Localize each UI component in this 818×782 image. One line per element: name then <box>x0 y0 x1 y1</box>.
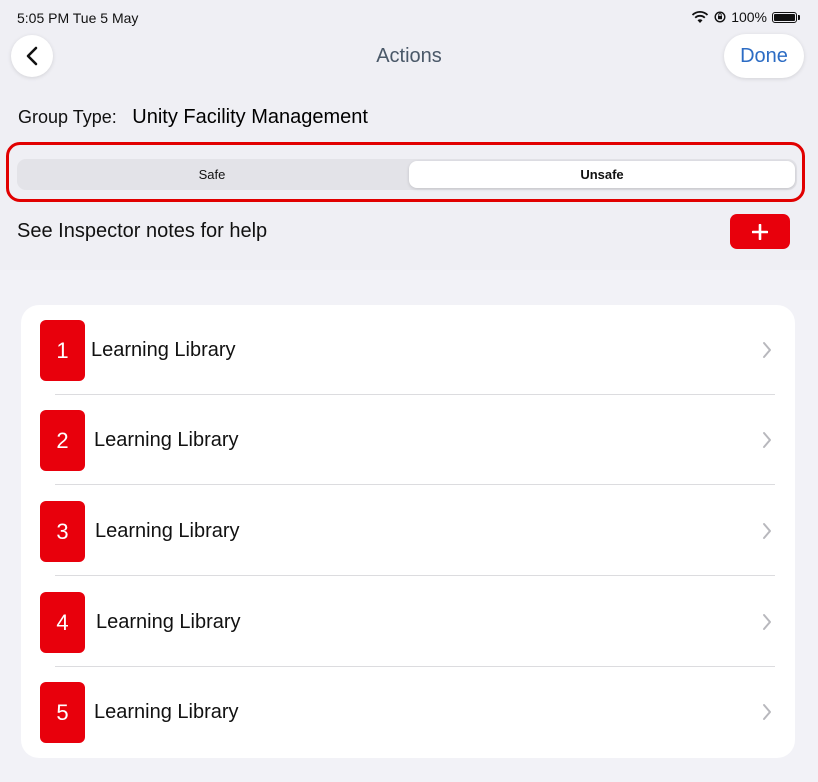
chevron-right-icon <box>763 704 771 720</box>
segment-unsafe[interactable]: Unsafe <box>409 161 795 188</box>
list-item[interactable]: 3 Learning Library <box>21 486 795 576</box>
wifi-icon <box>692 11 709 23</box>
done-button[interactable]: Done <box>724 34 804 78</box>
chevron-right-icon <box>763 614 771 630</box>
group-type: Group Type: Unity Facility Management <box>18 106 368 129</box>
safety-segmented-control[interactable]: Safe Unsafe <box>17 159 797 190</box>
status-bar: 5:05 PM Tue 5 May 100% <box>0 0 818 30</box>
row-divider <box>55 575 775 576</box>
plus-icon <box>752 223 768 240</box>
chevron-right-icon <box>763 342 771 358</box>
item-number-badge: 3 <box>40 501 85 562</box>
item-number-badge: 2 <box>40 410 85 471</box>
item-label: Learning Library <box>95 520 240 542</box>
list-item[interactable]: 2 Learning Library <box>21 395 795 485</box>
help-text: See Inspector notes for help <box>17 220 268 242</box>
list-item[interactable]: 5 Learning Library <box>21 667 795 757</box>
battery-tip <box>798 14 800 20</box>
item-label: Learning Library <box>94 429 239 451</box>
battery-percent: 100% <box>731 9 767 25</box>
group-type-value: Unity Facility Management <box>132 106 368 128</box>
orientation-lock-icon <box>714 11 726 23</box>
item-label: Learning Library <box>91 339 236 361</box>
chevron-right-icon <box>763 432 771 448</box>
page-title: Actions <box>376 45 442 67</box>
item-number-badge: 1 <box>40 320 85 381</box>
item-label: Learning Library <box>94 701 239 723</box>
status-indicators: 100% <box>691 9 800 25</box>
group-type-label: Group Type: <box>18 107 117 127</box>
add-button[interactable] <box>730 214 790 249</box>
row-divider <box>55 484 775 485</box>
list-item[interactable]: 1 Learning Library <box>21 305 795 395</box>
action-list: 1 Learning Library 2 Learning Library 3 … <box>21 305 795 758</box>
segment-safe[interactable]: Safe <box>19 161 405 188</box>
item-label: Learning Library <box>96 611 241 633</box>
chevron-right-icon <box>763 523 771 539</box>
status-time: 5:05 PM Tue 5 May <box>17 10 139 26</box>
list-item[interactable]: 4 Learning Library <box>21 577 795 667</box>
item-number-badge: 5 <box>40 682 85 743</box>
item-number-badge: 4 <box>40 592 85 653</box>
battery-icon <box>772 11 797 23</box>
